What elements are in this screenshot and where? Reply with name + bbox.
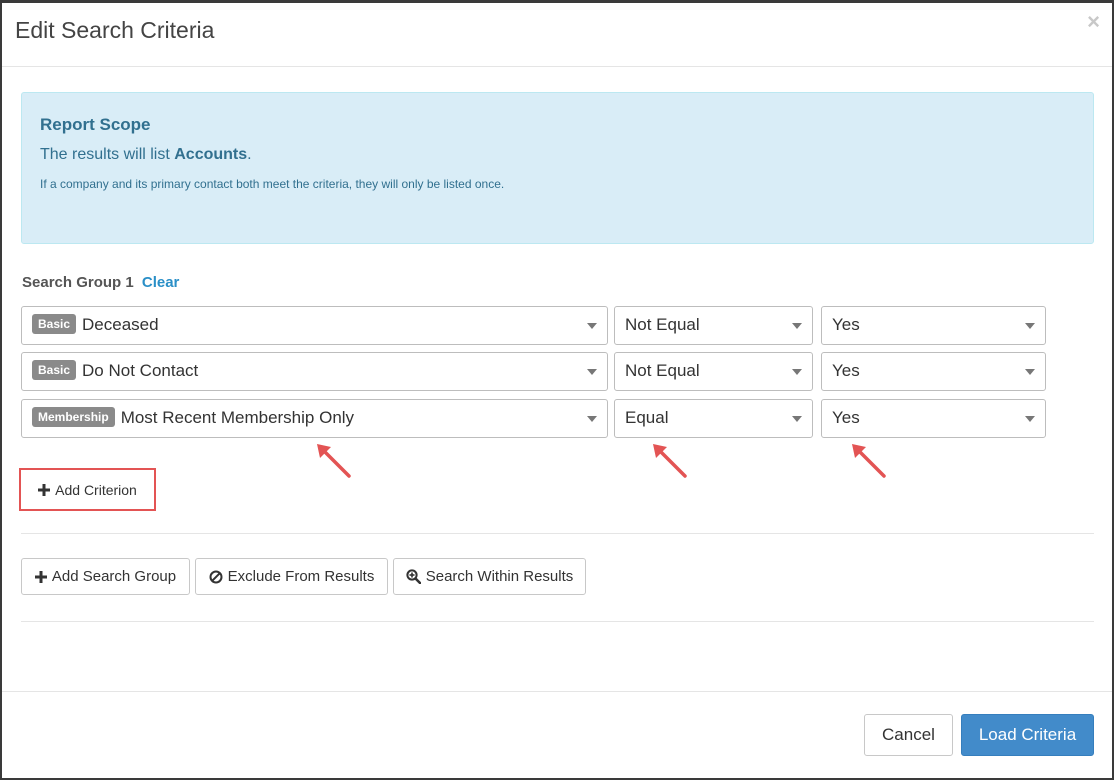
criterion-field-select[interactable]: Basic Do Not Contact [21,352,608,391]
criterion-value-select[interactable]: Yes [821,352,1046,391]
add-search-group-button[interactable]: Add Search Group [21,558,190,595]
chevron-down-icon [792,416,802,422]
search-within-results-label: Search Within Results [425,568,574,585]
search-group-header: Search Group 1 Clear [22,274,179,291]
ban-icon [209,570,223,583]
cancel-button[interactable]: Cancel [864,714,953,756]
modal-header: Edit Search Criteria × [2,3,1112,67]
chevron-down-icon [587,369,597,375]
report-scope-title: Report Scope [40,115,151,134]
clear-group-link[interactable]: Clear [142,274,180,291]
close-icon[interactable]: × [1087,11,1100,33]
criterion-value-select[interactable]: Yes [821,306,1046,345]
load-criteria-label: Load Criteria [978,725,1077,744]
annotation-arrow-icon [852,444,886,478]
exclude-from-results-label: Exclude From Results [227,568,375,585]
field-label: Do Not Contact [82,361,199,380]
report-scope-note: If a company and its primary contact bot… [40,177,505,191]
annotation-arrow-icon [317,444,351,478]
exclude-from-results-button[interactable]: Exclude From Results [195,558,388,595]
value-label: Yes [832,408,860,427]
scope-line-prefix: The results will list [40,146,175,163]
field-label: Most Recent Membership Only [120,408,355,427]
field-label: Deceased [82,315,159,334]
operator-label: Equal [625,408,669,427]
modal-footer-divider [2,691,1112,692]
chevron-down-icon [587,323,597,329]
scope-entity: Accounts [174,146,248,163]
plus-icon [38,483,51,496]
criterion-field-select[interactable]: Membership Most Recent Membership Only [21,399,608,438]
modal-title: Edit Search Criteria [15,17,215,43]
add-criterion-button[interactable]: Add Criterion [24,472,151,507]
add-search-group-label: Add Search Group [51,568,177,585]
annotation-arrow-icon [653,444,687,478]
chevron-down-icon [1025,323,1035,329]
search-group-title: Search Group 1 [22,274,134,291]
field-category-badge: Basic [32,360,77,380]
criterion-operator-select[interactable]: Not Equal [614,352,813,391]
chevron-down-icon [587,416,597,422]
value-label: Yes [832,315,860,334]
zoom-in-icon [406,569,421,584]
report-scope-panel: Report Scope The results will list Accou… [21,92,1094,244]
divider [21,533,1094,534]
scope-line-suffix: . [247,146,252,163]
field-category-badge: Membership [32,407,115,427]
criterion-operator-select[interactable]: Equal [614,399,813,438]
field-category-badge: Basic [32,314,77,334]
chevron-down-icon [1025,416,1035,422]
chevron-down-icon [792,323,802,329]
search-within-results-button[interactable]: Search Within Results [393,558,586,595]
criterion-operator-select[interactable]: Not Equal [614,306,813,345]
criterion-value-select[interactable]: Yes [821,399,1046,438]
chevron-down-icon [792,369,802,375]
operator-label: Not Equal [625,361,700,380]
modal-dialog: Edit Search Criteria × Report Scope The … [0,0,1114,780]
value-label: Yes [832,361,860,380]
operator-label: Not Equal [625,315,700,334]
report-scope-description: The results will list Accounts. [40,146,252,164]
plus-icon [34,570,47,583]
add-criterion-label: Add Criterion [55,481,137,498]
criterion-field-select[interactable]: Basic Deceased [21,306,608,345]
load-criteria-button[interactable]: Load Criteria [961,714,1094,756]
chevron-down-icon [1025,369,1035,375]
cancel-label: Cancel [882,725,935,744]
divider [21,621,1094,622]
